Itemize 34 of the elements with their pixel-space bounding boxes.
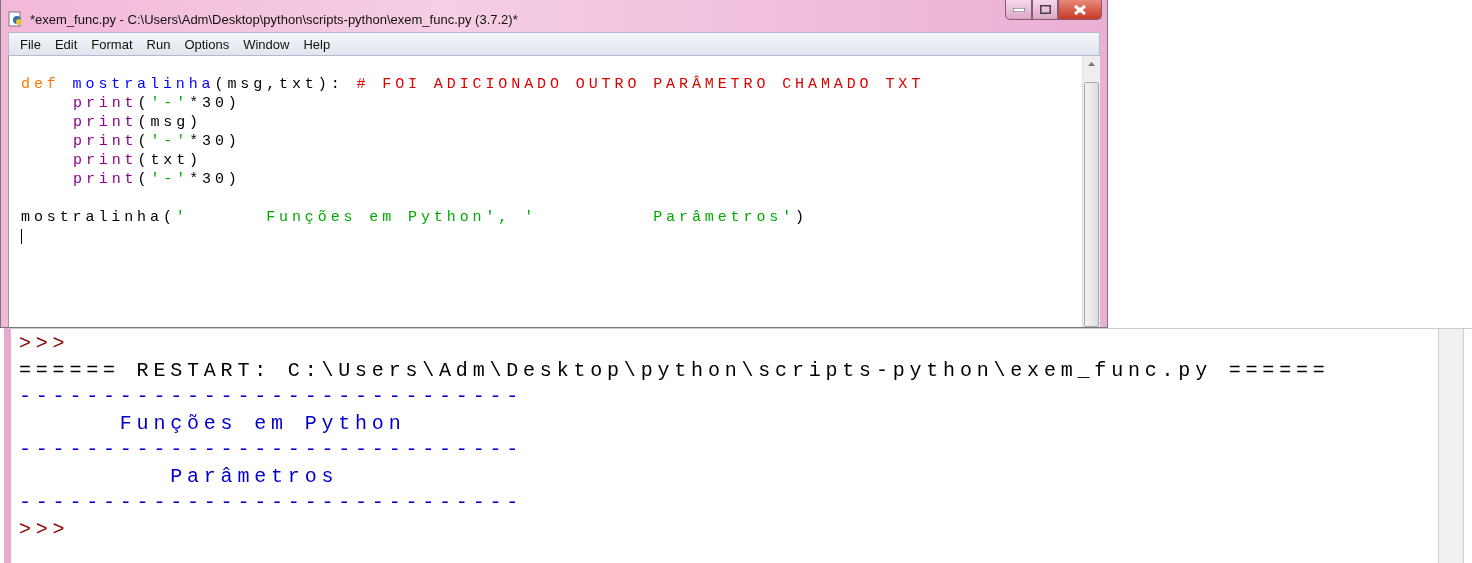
python-file-icon: [8, 11, 24, 27]
maximize-icon: [1039, 5, 1051, 14]
shell-prompt: >>>: [19, 516, 70, 543]
code-line: print('-'*30): [72, 170, 241, 189]
menu-item[interactable]: Edit: [49, 36, 83, 52]
scrollbar[interactable]: [1438, 329, 1464, 563]
scrollbar[interactable]: [1082, 56, 1100, 327]
text-cursor: [21, 229, 22, 244]
minimize-icon: [1012, 7, 1025, 12]
scroll-up-icon[interactable]: [1088, 62, 1095, 66]
output-line: ------------------------------: [19, 490, 524, 516]
minimize-button[interactable]: [1005, 0, 1032, 20]
output-line: Parâmetros: [169, 463, 339, 490]
output-line: ====== RESTART: C:\Users\Adm\Desktop\python\scripts-python\exem_func.py ======: [19, 357, 1330, 384]
menu-item[interactable]: Options: [179, 36, 235, 52]
menu-item[interactable]: File: [15, 36, 46, 52]
window-title: *exem_func.py - C:\Users\Adm\Desktop\python\scripts-python\exem_func.py (3.7.2)*: [30, 11, 518, 27]
code-line: print(msg): [72, 113, 203, 132]
close-icon: [1074, 4, 1086, 15]
menu-item[interactable]: Format: [86, 36, 138, 52]
menu-item[interactable]: Help: [298, 36, 336, 52]
menu-item[interactable]: Run: [141, 36, 176, 52]
maximize-button[interactable]: [1032, 0, 1058, 20]
code-line: mostralinha(' Funções em Python', ' Parâmetros'): [21, 208, 808, 227]
menu-item[interactable]: Window: [238, 36, 295, 52]
output-line: Funções em Python: [118, 410, 406, 437]
output-line: ------------------------------: [19, 437, 524, 463]
shell-prompt: >>>: [19, 331, 70, 357]
code-line: print(txt): [72, 151, 203, 170]
code-line: def mostralinha(msg,txt): # FOI ADICIONADO OUTRO PARÂMETRO CHAMADO TXT: [21, 74, 925, 94]
code-line: print('-'*30): [72, 132, 241, 151]
output-line: ------------------------------: [19, 384, 524, 410]
code-line: print('-'*30): [72, 94, 241, 113]
close-button[interactable]: [1058, 0, 1102, 20]
